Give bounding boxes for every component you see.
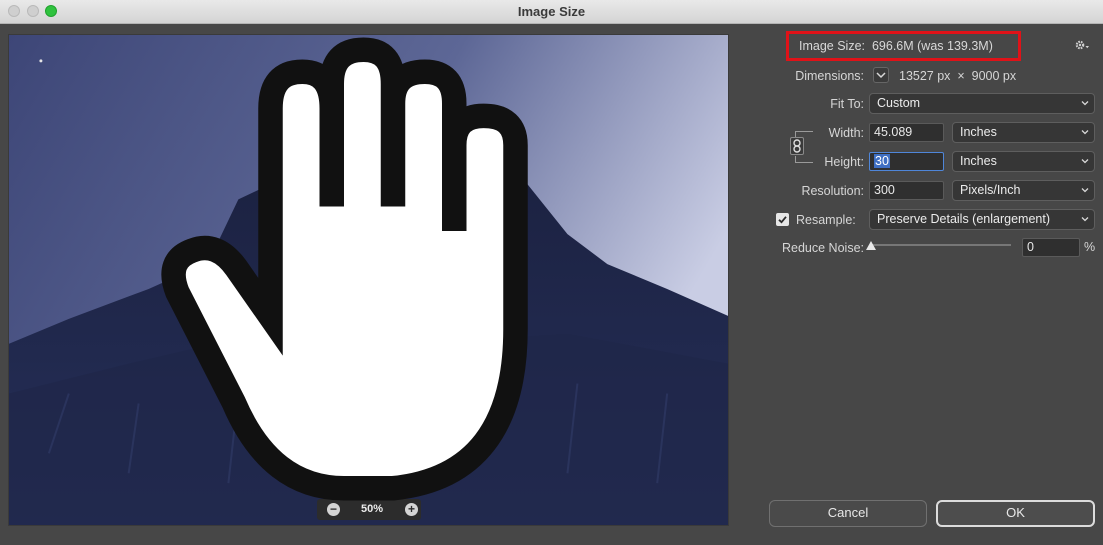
chevron-down-icon xyxy=(1081,159,1089,164)
dimensions-width-px: 13527 px xyxy=(899,69,951,83)
height-input[interactable]: 30 xyxy=(869,152,944,171)
chevron-down-icon xyxy=(876,72,886,79)
height-value-selected: 30 xyxy=(874,154,890,168)
reduce-noise-input[interactable]: 0 xyxy=(1022,238,1080,257)
ok-button[interactable]: OK xyxy=(936,500,1095,527)
height-unit-value: Inches xyxy=(960,154,997,168)
image-size-readout: Image Size: 696.6M (was 139.3M) xyxy=(799,39,993,53)
resample-label: Resample: xyxy=(796,213,856,227)
reduce-noise-unit: % xyxy=(1084,240,1096,254)
fit-to-value: Custom xyxy=(877,96,921,110)
image-size-label: Image Size: xyxy=(799,39,866,53)
resolution-input[interactable]: 300 xyxy=(869,181,944,200)
chevron-down-icon xyxy=(1081,101,1089,106)
title-bar: Image Size xyxy=(0,0,1103,24)
image-size-value: 696.6M (was 139.3M) xyxy=(871,39,993,53)
chevron-down-icon xyxy=(1081,188,1089,193)
resolution-unit-select[interactable]: Pixels/Inch xyxy=(952,180,1095,201)
image-size-highlight: Image Size: 696.6M (was 139.3M) xyxy=(786,31,1021,61)
reduce-noise-slider-track[interactable] xyxy=(871,244,1011,246)
chevron-down-icon xyxy=(1081,130,1089,135)
chain-link-icon xyxy=(793,139,801,153)
dimensions-times: × xyxy=(957,69,965,83)
resample-method-select[interactable]: Preserve Details (enlargement) xyxy=(869,209,1095,230)
hand-cursor-icon xyxy=(161,37,528,501)
cancel-button[interactable]: Cancel xyxy=(769,500,927,527)
dimensions-height-px: 9000 px xyxy=(971,69,1017,83)
resample-checkbox[interactable] xyxy=(776,213,789,226)
width-label: Width: xyxy=(828,126,864,140)
chevron-down-icon xyxy=(1081,217,1089,222)
fit-to-label: Fit To: xyxy=(830,97,864,111)
fit-to-select[interactable]: Custom xyxy=(869,93,1095,114)
window-title: Image Size xyxy=(517,4,586,19)
gear-icon[interactable] xyxy=(1074,38,1092,52)
height-unit-select[interactable]: Inches xyxy=(952,151,1095,172)
dimensions-value: 13527 px × 9000 px xyxy=(899,69,1016,83)
resolution-label: Resolution: xyxy=(801,184,864,198)
height-label: Height: xyxy=(824,155,864,169)
width-unit-select[interactable]: Inches xyxy=(952,122,1095,143)
dimensions-units-dropdown[interactable] xyxy=(873,67,889,83)
resolution-unit-value: Pixels/Inch xyxy=(960,183,1021,197)
checkmark-icon xyxy=(778,216,787,224)
reduce-noise-label: Reduce Noise: xyxy=(782,241,864,255)
width-input[interactable]: 45.089 xyxy=(869,123,944,142)
dimensions-label: Dimensions: xyxy=(795,69,864,83)
image-preview[interactable]: − 50% + xyxy=(8,34,729,526)
resample-method-value: Preserve Details (enlargement) xyxy=(877,212,1050,226)
width-unit-value: Inches xyxy=(960,125,997,139)
reduce-noise-slider-thumb[interactable] xyxy=(866,241,876,250)
